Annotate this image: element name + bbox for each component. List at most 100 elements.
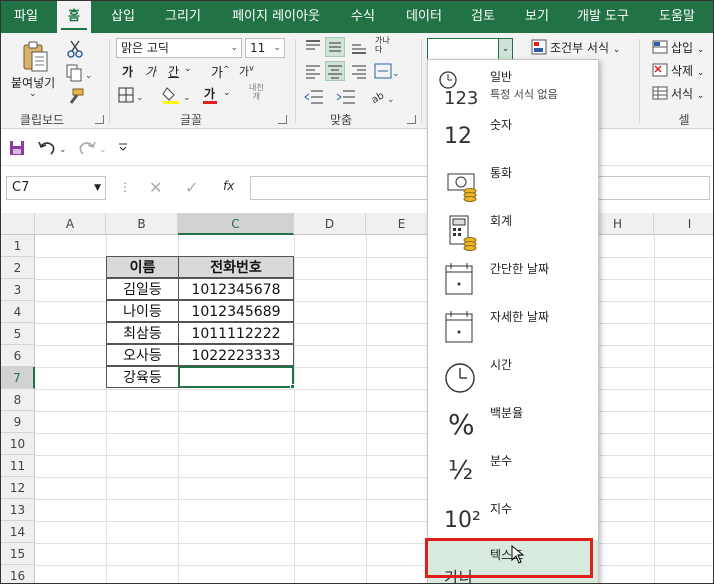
tab-page-layout[interactable]: 페이지 레이아웃 <box>223 1 329 33</box>
row-header[interactable]: 7 <box>1 367 35 389</box>
cut-icon[interactable] <box>65 39 85 59</box>
copy-icon[interactable]: ⌄ <box>65 63 95 83</box>
grow-font-button[interactable]: 가^ <box>211 62 230 81</box>
format-painter-icon[interactable] <box>65 87 85 107</box>
fill-handle[interactable] <box>290 384 295 389</box>
name-box[interactable]: C7 ▼ <box>6 176 106 200</box>
format-option-time[interactable]: 시간 <box>428 350 598 398</box>
row-header[interactable]: 5 <box>1 323 35 345</box>
undo-icon[interactable]: ⌄ <box>37 138 67 158</box>
save-icon[interactable] <box>9 140 25 156</box>
worksheet-grid[interactable]: A B C D E F G H I 1 2 3 4 5 6 7 8 9 10 1… <box>1 213 713 583</box>
table-cell[interactable]: 강육등 <box>106 366 179 388</box>
conditional-format-button[interactable]: 조건부 서식 ⌄ <box>550 39 620 56</box>
number-format-dropdown-icon[interactable]: ⌄ <box>498 38 513 60</box>
font-color-button[interactable]: 가 <box>204 85 215 102</box>
align-top-icon[interactable] <box>303 37 323 57</box>
insert-cells-button[interactable]: 삽입 ⌄ <box>671 39 704 56</box>
format-option-currency[interactable]: 통화 <box>428 158 598 206</box>
insert-function-button[interactable]: fx <box>223 179 234 193</box>
border-icon[interactable]: ⌄ <box>117 85 147 105</box>
active-cell[interactable] <box>178 366 294 388</box>
conditional-format-icon[interactable] <box>531 39 547 55</box>
table-cell[interactable]: 1022223333 <box>178 344 294 366</box>
row-header[interactable]: 9 <box>1 411 35 433</box>
format-option-percent[interactable]: % 백분율 <box>428 398 598 446</box>
format-option-general[interactable]: 123 일반 특정 서식 없음 <box>428 62 598 110</box>
table-cell[interactable]: 1012345689 <box>178 300 294 322</box>
font-color-dropdown-icon[interactable]: ⌄ <box>223 88 231 98</box>
italic-button[interactable]: 가 <box>145 63 156 80</box>
column-header[interactable]: B <box>106 213 178 235</box>
tab-review[interactable]: 검토 <box>461 1 505 33</box>
tab-insert[interactable]: 삽입 <box>101 1 145 33</box>
align-bottom-icon[interactable] <box>349 37 369 57</box>
format-option-number[interactable]: 12 숫자 <box>428 110 598 158</box>
align-right-icon[interactable] <box>349 61 369 81</box>
column-header[interactable]: A <box>35 213 106 235</box>
table-cell[interactable]: 오사등 <box>106 344 179 366</box>
row-header[interactable]: 2 <box>1 257 35 279</box>
customize-qat-icon[interactable] <box>117 140 129 154</box>
tab-formulas[interactable]: 수식 <box>341 1 385 33</box>
column-header[interactable]: D <box>294 213 366 235</box>
format-option-short-date[interactable]: 간단한 날짜 <box>428 254 598 302</box>
wrap-text-button[interactable]: 가나 다 <box>375 36 390 54</box>
tab-home[interactable]: 홈 <box>57 1 91 33</box>
cancel-icon[interactable]: ✕ <box>149 178 162 197</box>
row-header[interactable]: 1 <box>1 235 35 257</box>
increase-indent-icon[interactable] <box>335 87 365 107</box>
decrease-indent-icon[interactable] <box>303 87 333 107</box>
font-launcher-icon[interactable] <box>278 115 287 124</box>
redo-icon[interactable]: ⌄ <box>77 138 107 158</box>
row-header[interactable]: 16 <box>1 565 35 583</box>
table-cell[interactable]: 나이등 <box>106 300 179 322</box>
table-cell[interactable]: 최삼등 <box>106 322 179 344</box>
tab-data[interactable]: 데이터 <box>397 1 451 33</box>
row-header[interactable]: 12 <box>1 477 35 499</box>
select-all-corner[interactable] <box>1 213 35 235</box>
table-header-cell[interactable]: 이름 <box>106 256 179 278</box>
row-header[interactable]: 14 <box>1 521 35 543</box>
alignment-launcher-icon[interactable] <box>407 115 416 124</box>
underline-dropdown-icon[interactable]: ⌄ <box>184 64 192 74</box>
tab-view[interactable]: 보기 <box>515 1 559 33</box>
row-header[interactable]: 8 <box>1 389 35 411</box>
format-cells-button[interactable]: 서식 ⌄ <box>671 85 704 102</box>
phonetic-button[interactable]: 내천 개 <box>249 83 264 101</box>
delete-cells-button[interactable]: 삭제 ⌄ <box>671 62 704 79</box>
merge-center-icon[interactable]: ⌄ <box>373 61 400 81</box>
paste-dropdown-icon[interactable]: ⌄ <box>29 89 37 99</box>
table-header-cell[interactable]: 전화번호 <box>178 256 294 278</box>
format-cells-icon[interactable] <box>652 85 668 101</box>
font-size-combo[interactable]: 11 ⌄ <box>245 38 285 58</box>
tab-help[interactable]: 도움말 <box>649 1 705 33</box>
row-header[interactable]: 11 <box>1 455 35 477</box>
orientation-icon[interactable]: ab ⌄ <box>369 87 399 107</box>
align-middle-icon[interactable] <box>325 37 345 57</box>
underline-button[interactable]: 간 <box>168 63 179 80</box>
delete-cells-icon[interactable] <box>652 62 668 78</box>
align-center-icon[interactable] <box>325 61 345 81</box>
format-option-scientific[interactable]: 10² 지수 <box>428 494 598 542</box>
table-cell[interactable]: 1011112222 <box>178 322 294 344</box>
format-option-fraction[interactable]: ½ 분수 <box>428 446 598 494</box>
bold-button[interactable]: 가 <box>122 63 133 80</box>
column-header[interactable]: I <box>654 213 713 235</box>
shrink-font-button[interactable]: 가v <box>239 63 254 79</box>
tab-file[interactable]: 파일 <box>5 1 47 33</box>
row-header[interactable]: 6 <box>1 345 35 367</box>
format-option-long-date[interactable]: 자세한 날짜 <box>428 302 598 350</box>
table-cell[interactable]: 김일등 <box>106 278 179 300</box>
column-header[interactable]: C <box>178 213 294 235</box>
fill-color-icon[interactable]: ⌄ <box>161 85 193 105</box>
row-header[interactable]: 3 <box>1 279 35 301</box>
tab-developer[interactable]: 개발 도구 <box>569 1 637 33</box>
clipboard-launcher-icon[interactable] <box>95 115 104 124</box>
row-header[interactable]: 4 <box>1 301 35 323</box>
format-option-accounting[interactable]: 회계 <box>428 206 598 254</box>
row-header[interactable]: 13 <box>1 499 35 521</box>
enter-icon[interactable]: ✓ <box>185 178 198 197</box>
row-header[interactable]: 15 <box>1 543 35 565</box>
font-name-combo[interactable]: 맑은 고딕 ⌄ <box>116 38 242 58</box>
